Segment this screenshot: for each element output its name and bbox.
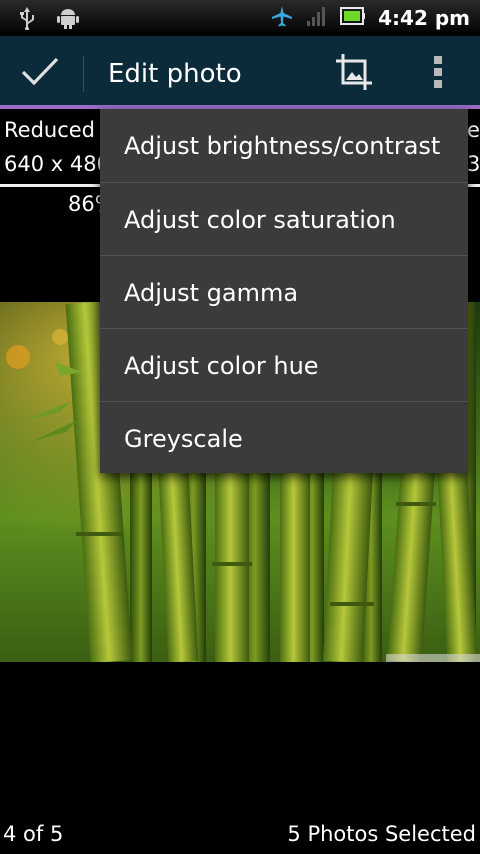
checkmark-icon xyxy=(20,56,60,92)
airplane-mode-icon xyxy=(270,4,294,32)
clock: 4:42 pm xyxy=(378,6,470,30)
photo-position: 4 of 5 xyxy=(3,822,64,846)
menu-item-color-saturation[interactable]: Adjust color saturation xyxy=(100,183,468,256)
size-option-title-right[interactable]: e xyxy=(467,118,480,142)
crop-button[interactable] xyxy=(328,48,380,100)
done-button[interactable] xyxy=(8,44,72,104)
page-title: Edit photo xyxy=(108,59,242,89)
size-option-title[interactable]: Reduced xyxy=(4,118,95,142)
overflow-menu-button[interactable] xyxy=(420,48,456,100)
menu-item-gamma[interactable]: Adjust gamma xyxy=(100,256,468,329)
menu-item-greyscale[interactable]: Greyscale xyxy=(100,402,468,475)
signal-icon xyxy=(306,5,328,31)
overflow-menu-icon xyxy=(432,55,444,93)
android-debug-icon xyxy=(56,6,80,34)
usb-icon xyxy=(16,6,38,34)
overflow-menu: Adjust brightness/contrast Adjust color … xyxy=(100,109,468,473)
menu-item-brightness-contrast[interactable]: Adjust brightness/contrast xyxy=(100,109,468,182)
menu-item-color-hue[interactable]: Adjust color hue xyxy=(100,329,468,402)
action-bar-divider xyxy=(83,56,84,92)
size-option-dimensions-right: 3 xyxy=(467,152,480,176)
status-bar: 4:42 pm xyxy=(0,0,480,36)
battery-icon xyxy=(340,6,366,30)
crop-icon xyxy=(334,52,374,96)
selected-count: 5 Photos Selected xyxy=(287,822,476,846)
size-option-dimensions: 640 x 480 xyxy=(4,152,110,176)
